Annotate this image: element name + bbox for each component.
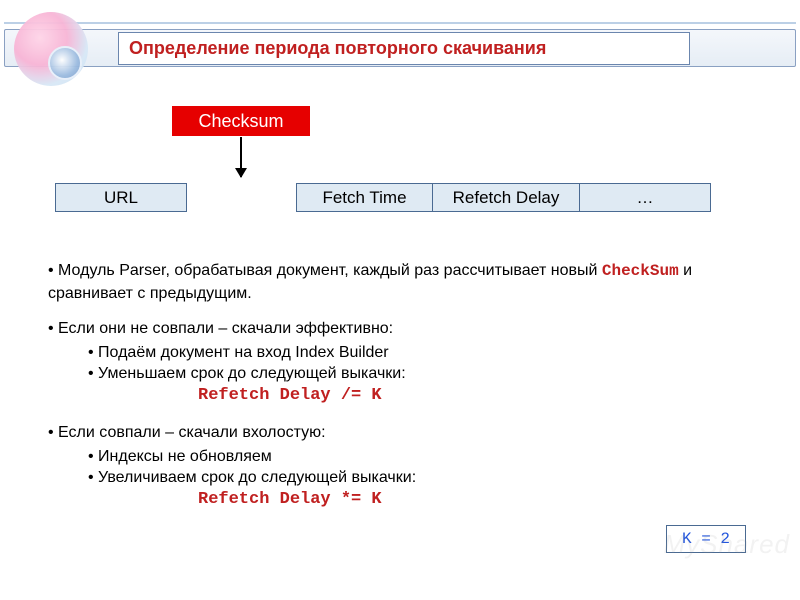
bullet-1: Модуль Parser, обрабатывая документ, каж…	[48, 260, 752, 304]
bullet-2-sub1: Подаём документ на вход Index Builder	[88, 342, 752, 364]
column-ellipsis-label: …	[637, 188, 654, 208]
bullet-3-sub2: Увеличиваем срок до следующей выкачки:	[88, 467, 752, 489]
column-fetch-time-label: Fetch Time	[322, 188, 406, 208]
column-refetch-delay: Refetch Delay	[432, 183, 580, 212]
column-ellipsis: …	[579, 183, 711, 212]
globe-icon	[14, 12, 88, 86]
bullet-2-sub2: Уменьшаем срок до следующей выкачки:	[88, 363, 752, 385]
formula-divide: Refetch Delay /= K	[198, 385, 752, 408]
body-text: Модуль Parser, обрабатывая документ, каж…	[48, 260, 752, 526]
column-refetch-delay-label: Refetch Delay	[453, 188, 560, 208]
bullet-3-text: Если совпали – скачали вхолостую:	[58, 424, 326, 441]
bullet-1-code: CheckSum	[602, 262, 679, 280]
arrow-down-icon	[240, 137, 242, 177]
column-url-label: URL	[104, 188, 138, 208]
formula-multiply: Refetch Delay *= K	[198, 489, 752, 512]
k-constant-box: K = 2	[666, 525, 746, 553]
bullet-2-text: Если они не совпали – скачали эффективно…	[58, 320, 393, 337]
column-url: URL	[55, 183, 187, 212]
bullet-3-sub1: Индексы не обновляем	[88, 446, 752, 468]
column-fetch-time: Fetch Time	[296, 183, 433, 212]
slide-title: Определение периода повторного скачивани…	[129, 38, 546, 59]
bullet-2: Если они не совпали – скачали эффективно…	[48, 318, 752, 408]
bullet-3: Если совпали – скачали вхолостую: Индекс…	[48, 422, 752, 512]
k-constant-label: K = 2	[682, 530, 730, 548]
slide-title-box: Определение периода повторного скачивани…	[118, 32, 690, 65]
top-divider	[4, 22, 796, 24]
bullet-1-pre: Модуль Parser, обрабатывая документ, каж…	[58, 262, 602, 279]
checksum-box: Checksum	[172, 106, 310, 136]
checksum-label: Checksum	[198, 111, 283, 132]
